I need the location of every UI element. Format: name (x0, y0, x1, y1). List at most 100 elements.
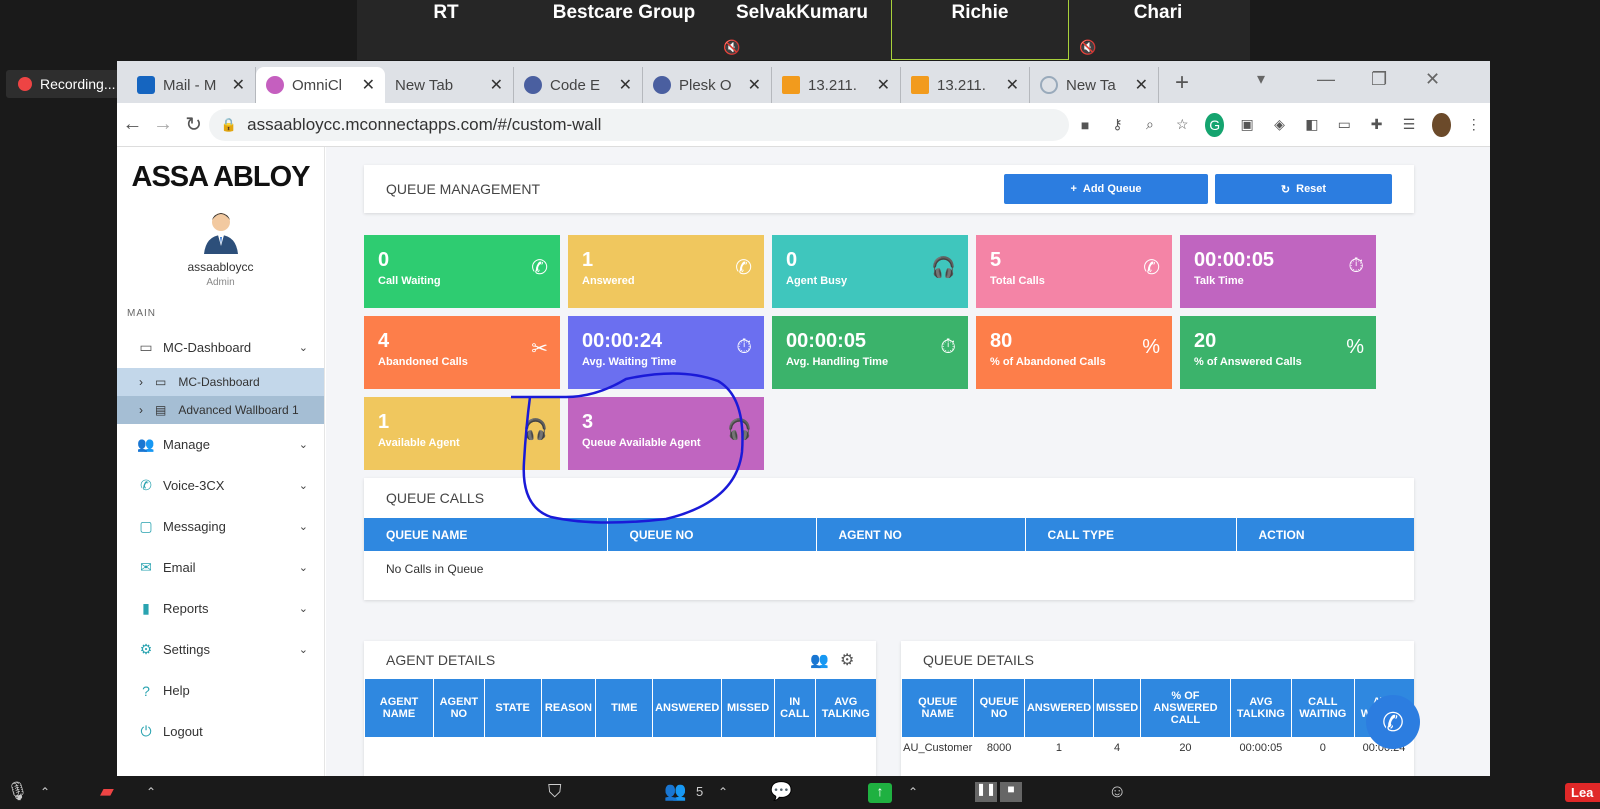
stat-tile[interactable]: 0 Call Waiting ✆ (364, 235, 560, 308)
close-icon[interactable]: ✕ (1006, 75, 1019, 95)
floating-phone-button[interactable]: ✆ (1366, 695, 1420, 749)
stopwatch-icon: ⏱ (1348, 255, 1364, 277)
users-icon: 👥 (137, 436, 155, 452)
close-icon[interactable]: ✕ (877, 75, 890, 95)
key-icon[interactable]: ⚷ (1108, 113, 1126, 137)
close-icon[interactable]: ✕ (1135, 75, 1148, 95)
stat-label: Call Waiting (378, 275, 441, 287)
window-close-icon[interactable]: ✕ (1425, 69, 1440, 90)
sidebar-item-email[interactable]: ✉ Email ⌄ (117, 547, 324, 588)
grammarly-icon[interactable]: G (1205, 112, 1224, 137)
sidebar-item-logout[interactable]: ⏻ Logout (117, 711, 324, 752)
sidebar-item-manage[interactable]: 👥 Manage ⌄ (117, 424, 324, 465)
leave-button[interactable]: Lea (1565, 783, 1600, 802)
stat-tile[interactable]: 00:00:05 Avg. Handling Time ⏱ (772, 316, 968, 389)
sidebar-item-label: Messaging (163, 519, 226, 534)
stat-value: 5 (990, 249, 1002, 271)
close-icon[interactable]: ✕ (619, 75, 632, 95)
close-icon[interactable]: ✕ (490, 75, 503, 95)
browser-tab[interactable]: Plesk O ✕ (643, 67, 772, 103)
stat-tile[interactable]: 00:00:05 Talk Time ⏱ (1180, 235, 1376, 308)
chat-icon[interactable]: 💬 (770, 781, 792, 802)
tab-search-icon[interactable]: ▾ (1257, 69, 1265, 89)
stat-tile[interactable]: 1 Answered ✆ (568, 235, 764, 308)
queue-management-header: QUEUE MANAGEMENT + Add Queue ↻ Reset (364, 165, 1414, 213)
browser-tab-active[interactable]: OmniCl ✕ (256, 67, 385, 103)
new-tab-icon[interactable]: + (1175, 69, 1189, 97)
menu-icon[interactable]: ⋮ (1465, 113, 1483, 137)
participant-tile[interactable]: SelvakKumaru 🔇 (713, 0, 891, 60)
chevron-up-icon[interactable]: ⌃ (146, 785, 156, 799)
agent-details-card: AGENT DETAILS 👥 ⚙ AGENT NAME AGENT NO STAT… (364, 641, 876, 776)
stat-value: 0 (786, 249, 798, 271)
reactions-icon[interactable]: ☺ (1108, 781, 1126, 802)
close-icon[interactable]: ✕ (362, 75, 375, 95)
sidebar-item-voice[interactable]: ✆ Voice-3CX ⌄ (117, 465, 324, 506)
pip-icon[interactable]: ▭ (1335, 113, 1353, 137)
reset-button[interactable]: ↻ Reset (1215, 174, 1392, 204)
extension-icon[interactable]: ◈ (1270, 113, 1288, 137)
column-header: ANSWERED (652, 679, 722, 737)
tab-label: 13.211. (937, 76, 986, 94)
video-off-icon[interactable]: ▰ (100, 781, 114, 802)
main-content: QUEUE MANAGEMENT + Add Queue ↻ Reset 0 Call… (326, 147, 1490, 776)
microphone-icon[interactable]: 🎙 (6, 781, 29, 802)
extension-icon[interactable]: ▣ (1238, 113, 1256, 137)
minimize-icon[interactable]: — (1317, 69, 1335, 90)
sidebar-subitem-mc-dashboard[interactable]: › ▭ MC-Dashboard (117, 368, 324, 396)
add-queue-button[interactable]: + Add Queue (1004, 174, 1208, 204)
column-header: CALL WAITING (1291, 679, 1355, 737)
recording-label: Recording... (40, 76, 116, 92)
bookmark-star-icon[interactable]: ☆ (1173, 113, 1191, 137)
browser-tab[interactable]: Mail - M ✕ (127, 67, 256, 103)
close-icon[interactable]: ✕ (232, 75, 245, 95)
phpmyadmin-icon (911, 76, 929, 94)
security-shield-icon[interactable]: ⛉ (548, 781, 562, 802)
sidebar-item-settings[interactable]: ⚙ Settings ⌄ (117, 629, 324, 670)
stat-tile[interactable]: 5 Total Calls ✆ (976, 235, 1172, 308)
participant-tile[interactable]: Chari 🔇 (1069, 0, 1247, 60)
browser-tab[interactable]: New Ta ✕ (1030, 67, 1159, 103)
gear-icon[interactable]: ⚙ (840, 650, 854, 670)
sidebar-subitem-advanced-wallboard[interactable]: › ▤ Advanced Wallboard 1 (117, 396, 324, 424)
share-screen-icon[interactable]: ↑ (868, 783, 892, 803)
participant-tile-active[interactable]: Richie (891, 0, 1069, 60)
reload-icon[interactable]: ↻ (178, 112, 209, 137)
participant-tile[interactable]: Bestcare Group (535, 0, 713, 60)
stat-label: % of Abandoned Calls (990, 356, 1106, 368)
participant-tile[interactable]: RT (357, 0, 535, 60)
sidebar-item-reports[interactable]: ▮ Reports ⌄ (117, 588, 324, 629)
chevron-up-icon[interactable]: ⌃ (40, 785, 50, 799)
stopwatch-icon: ⏱ (736, 336, 752, 358)
forward-icon[interactable]: → (148, 113, 179, 136)
media-icon[interactable]: ☰ (1400, 113, 1418, 137)
browser-tab[interactable]: Code E ✕ (514, 67, 643, 103)
users-icon[interactable]: 👥 (810, 651, 829, 669)
sidebar-item-mc-dashboard[interactable]: ▭ MC-Dashboard ⌄ (117, 327, 324, 368)
stat-tile[interactable]: 80 % of Abandoned Calls% (976, 316, 1172, 389)
stat-tile[interactable]: 20 % of Answered Calls% (1180, 316, 1376, 389)
close-icon[interactable]: ✕ (748, 75, 761, 95)
stop-recording-icon[interactable]: ■ (1000, 782, 1022, 802)
puzzle-icon[interactable]: ✚ (1367, 113, 1385, 137)
browser-tab[interactable]: 13.211. ✕ (901, 67, 1030, 103)
stopwatch-icon: ⏱ (940, 336, 956, 358)
pause-recording-icon[interactable]: ❚❚ (975, 782, 997, 802)
browser-tab[interactable]: 13.211. ✕ (772, 67, 901, 103)
sidebar-item-messaging[interactable]: ▢ Messaging ⌄ (117, 506, 324, 547)
chevron-up-icon[interactable]: ⌃ (908, 785, 918, 799)
zoom-icon[interactable]: ⌕ (1141, 113, 1159, 137)
participants-icon[interactable]: 👥 (664, 781, 686, 802)
chevron-down-icon: ⌄ (298, 562, 308, 574)
camera-icon[interactable]: ■ (1076, 113, 1094, 137)
url-input[interactable]: 🔒 assaabloycc.mconnectapps.com/#/custom-… (208, 108, 1069, 141)
maximize-icon[interactable]: ❐ (1371, 69, 1387, 90)
back-icon[interactable]: ← (117, 113, 148, 136)
profile-avatar[interactable] (1432, 112, 1451, 137)
column-header: REASON (540, 679, 596, 737)
chevron-up-icon[interactable]: ⌃ (718, 785, 728, 799)
extension-icon[interactable]: ◧ (1303, 113, 1321, 137)
browser-tab[interactable]: New Tab ✕ (385, 67, 514, 103)
stat-tile[interactable]: 0 Agent Busy 🎧 (772, 235, 968, 308)
sidebar-item-help[interactable]: ? Help (117, 670, 324, 711)
